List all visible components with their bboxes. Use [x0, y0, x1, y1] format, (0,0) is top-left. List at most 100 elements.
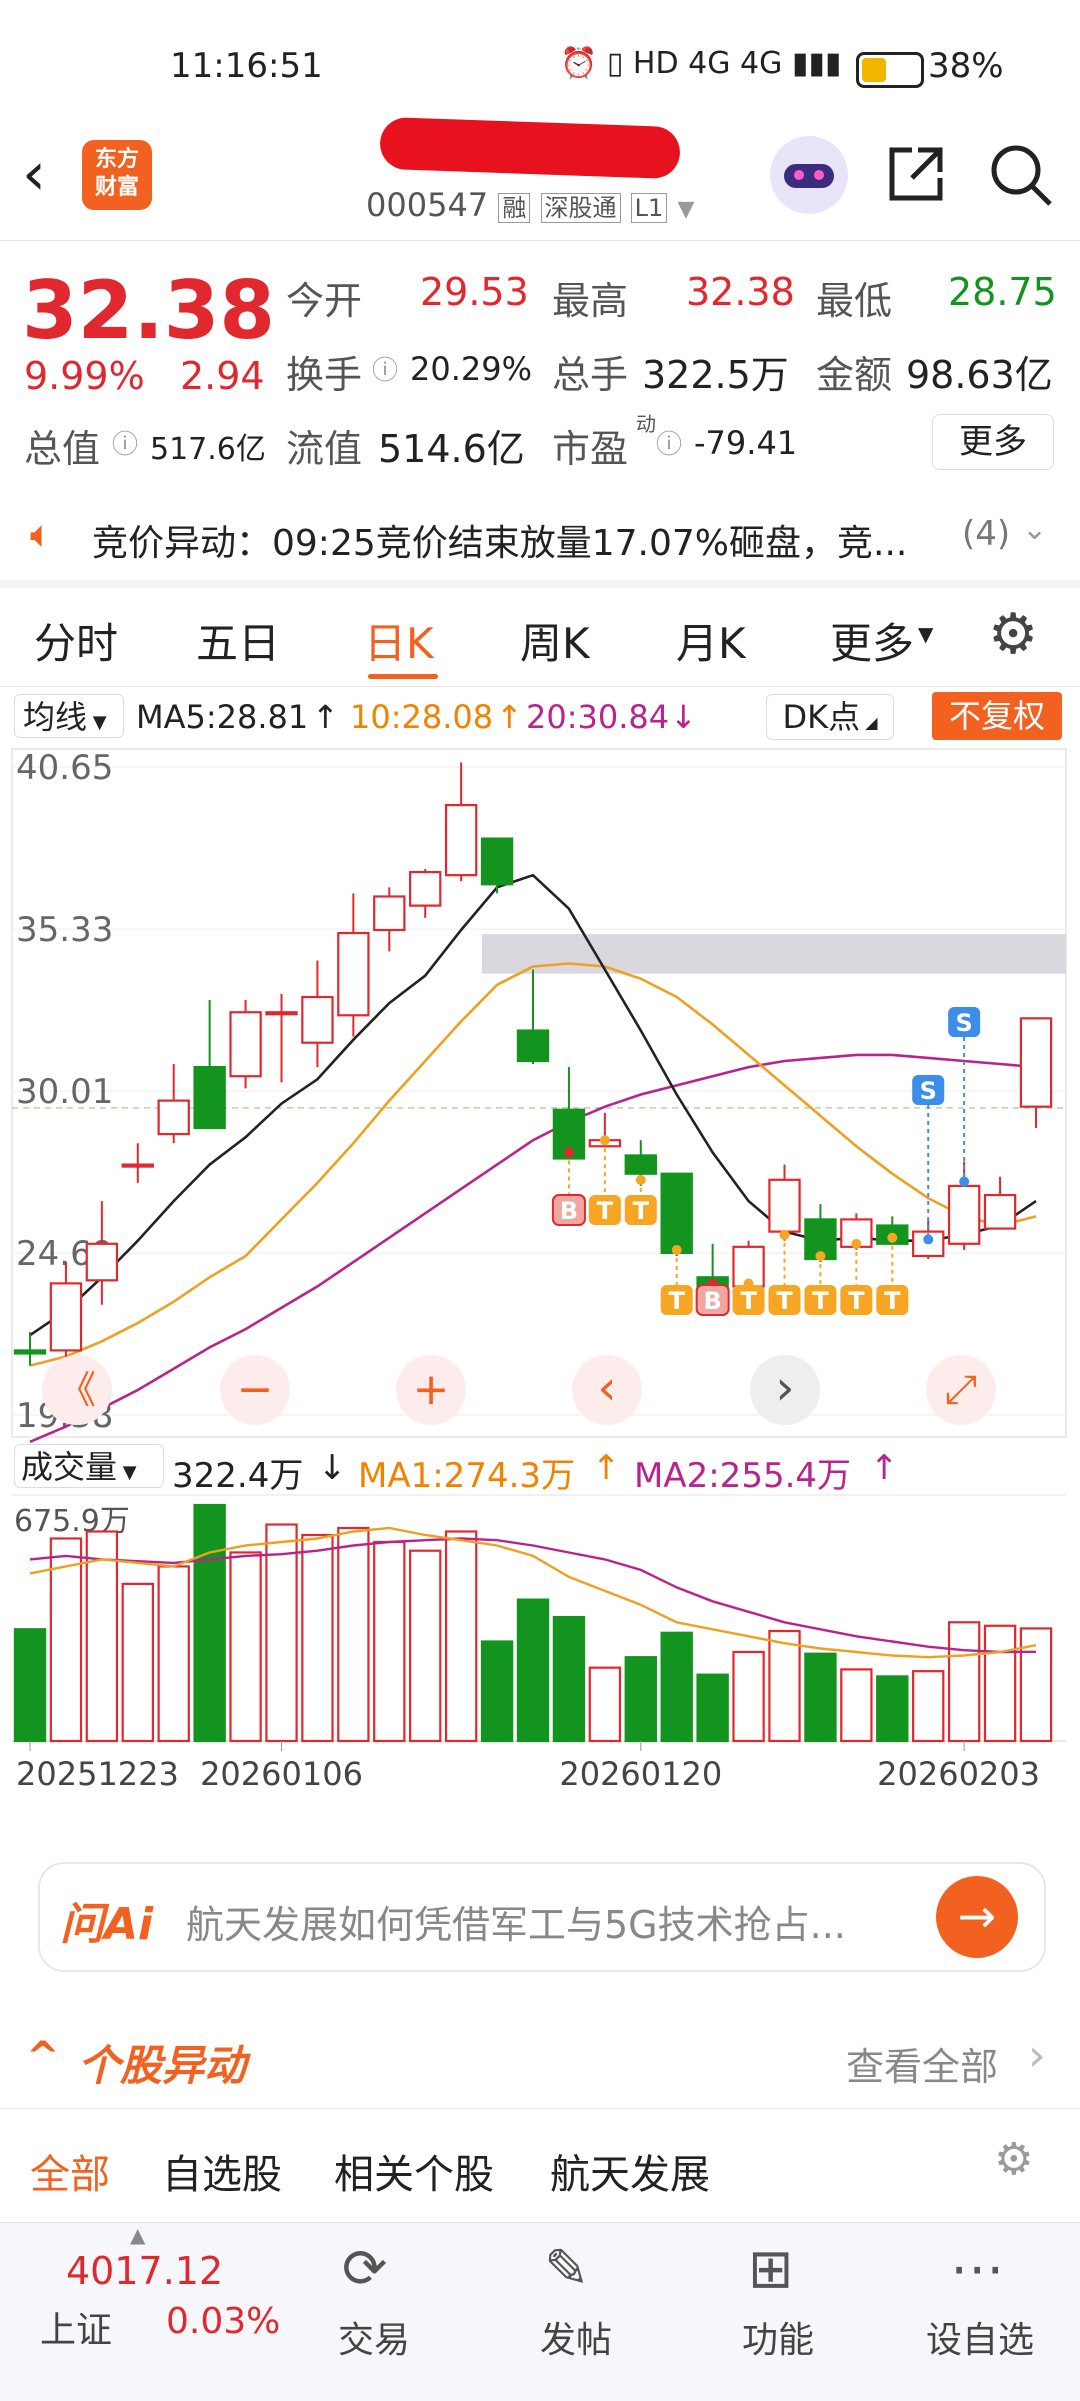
tab-more[interactable]: 更多 — [830, 610, 914, 671]
volume-bar-down — [804, 1652, 837, 1743]
signal-label: T — [884, 1287, 901, 1315]
candle-down — [660, 1172, 693, 1255]
info-icon[interactable]: ⓘ — [112, 424, 138, 461]
filter-stock[interactable]: 航天发展 — [550, 2142, 710, 2200]
vol-ma1: MA1:274.3万 — [358, 1456, 576, 1496]
signal-label: B — [560, 1197, 578, 1225]
nav-add-watchlist[interactable]: 设自选 — [926, 2311, 1034, 2363]
nav-post[interactable]: 发帖 — [540, 2311, 612, 2363]
volume-value: 322.5万 — [642, 353, 789, 397]
turnover-value: 20.29% — [410, 350, 533, 388]
fullscreen-button[interactable]: ⤢ — [926, 1355, 996, 1425]
grid-icon: ⊞ — [748, 2237, 794, 2300]
volume-bar-down — [516, 1598, 550, 1743]
candle-up — [983, 1193, 1017, 1230]
zoom-out-button[interactable]: − — [220, 1355, 290, 1425]
index-value[interactable]: 4017.12 — [66, 2249, 223, 2293]
move-right-button[interactable]: › — [750, 1355, 820, 1425]
float-label: 流值 — [286, 427, 363, 471]
kline-chart[interactable]: 40.6535.3330.0124.6919.38BTTTBTTTTTSS675… — [0, 745, 1080, 1790]
signal-label: T — [776, 1287, 793, 1315]
high-value: 32.38 — [686, 270, 795, 314]
info-icon[interactable]: ⓘ — [656, 424, 682, 461]
ask-ai-brand: 问Ai — [60, 1899, 154, 1950]
chevron-up-icon[interactable]: ^ — [26, 2034, 60, 2080]
arrow-right-icon[interactable]: → — [936, 1876, 1018, 1958]
view-all-link[interactable]: 查看全部 — [846, 2036, 998, 2091]
status-icons: ⏰ ▯ HD 4G 4G ▮▮▮ — [560, 46, 842, 81]
ask-ai-text[interactable]: 航天发展如何凭借军工与5G技术抢占... — [186, 1894, 846, 1949]
volume-bar-down — [480, 1640, 514, 1743]
arrow-up-icon: ↑ — [496, 698, 523, 736]
caret-down-icon: ▼ — [918, 622, 934, 646]
signal-label: S — [955, 1009, 972, 1037]
more-button[interactable]: 更多 — [932, 414, 1054, 470]
x-tick-label: 20251223 — [16, 1755, 179, 1790]
x-tick-label: 20260120 — [559, 1755, 722, 1790]
volume-bar-up — [265, 1523, 298, 1743]
caret-up-icon: ▲ — [130, 2223, 146, 2247]
volume-bar-up — [912, 1670, 945, 1743]
filter-watchlist[interactable]: 自选股 — [162, 2142, 282, 2200]
signal-dot — [635, 1174, 646, 1185]
ask-ai-bar[interactable]: 问Ai 航天发展如何凭借军工与5G技术抢占... → — [38, 1862, 1046, 1972]
signal-label: B — [703, 1287, 721, 1315]
filter-related[interactable]: 相关个股 — [334, 2142, 494, 2200]
open-label: 今开 — [286, 279, 363, 323]
ma20-value: 20:30.84 — [526, 698, 670, 736]
volume-bar-up — [983, 1624, 1017, 1743]
volume-bar-up — [768, 1629, 801, 1743]
arrow-up-icon: ↑ — [592, 1448, 621, 1488]
more-icon: ⋯ — [950, 2237, 1004, 2300]
open-value: 29.53 — [420, 270, 529, 314]
float-value: 514.6亿 — [378, 427, 525, 471]
gear-icon[interactable]: ⚙ — [988, 602, 1038, 667]
volume-bar-up — [373, 1540, 406, 1743]
move-left-button[interactable]: ‹ — [572, 1355, 642, 1425]
auction-alert[interactable]: 🔈︎ 竞价异动：09:25竞价结束放量17.07%砸盘，竞... (4) ⌄ — [0, 490, 1080, 588]
signal-dot — [959, 1176, 970, 1187]
nav-trade[interactable]: 交易 — [338, 2311, 410, 2363]
back-icon[interactable]: ‹ — [22, 144, 46, 204]
redacted-stock-name — [379, 116, 681, 180]
zoom-out-far-button[interactable]: 《 — [42, 1355, 112, 1425]
gear-icon[interactable]: ⚙ — [994, 2134, 1033, 2185]
ma-selector[interactable]: 均线 ▼ — [14, 694, 124, 738]
volume-bar-down — [13, 1628, 47, 1743]
zoom-in-button[interactable]: + — [396, 1355, 466, 1425]
signal-dot — [671, 1244, 682, 1255]
share-icon[interactable] — [884, 142, 948, 206]
arrow-down-icon: ↓ — [318, 1448, 347, 1488]
tab-five-day[interactable]: 五日 — [196, 610, 280, 671]
signal-dot — [923, 1234, 934, 1245]
adjust-toggle[interactable]: 不复权 — [932, 692, 1062, 740]
volume-bar-up — [85, 1530, 119, 1743]
nav-function[interactable]: 功能 — [742, 2311, 814, 2363]
candle-down — [13, 1349, 47, 1355]
tab-weekly-k[interactable]: 周K — [520, 610, 590, 671]
signal-label: T — [669, 1287, 686, 1315]
dk-point-selector[interactable]: DK点 ◢ — [766, 694, 894, 740]
volume-selector[interactable]: 成交量 ▼ — [14, 1444, 164, 1488]
tab-monthly-k[interactable]: 月K — [676, 610, 746, 671]
change-amount: 2.94 — [180, 354, 265, 398]
volume-bar-up — [947, 1621, 981, 1743]
ai-avatar-icon[interactable] — [770, 136, 848, 214]
candle-down — [193, 1065, 226, 1130]
volume-bar-up — [444, 1530, 478, 1743]
volume-bar-down — [876, 1675, 909, 1743]
candle-up — [85, 1242, 119, 1282]
ma10-value: 10:28.08 — [350, 698, 494, 736]
search-icon[interactable] — [988, 142, 1054, 208]
stock-code-row: 000547 融 深股通 L1 ▼ — [366, 186, 695, 224]
bottom-nav: ▲ 4017.12 上证 0.03% ⟳ 交易 ✎ 发帖 ⊞ 功能 ⋯ 设自选 — [0, 2222, 1080, 2401]
info-icon[interactable]: ⓘ — [372, 350, 398, 387]
arrow-up-icon: ↑ — [312, 698, 339, 736]
tab-daily-k[interactable]: 日K — [364, 610, 434, 671]
filter-all[interactable]: 全部 — [30, 2142, 110, 2200]
active-tab-indicator — [368, 674, 438, 679]
candle-up — [229, 1011, 262, 1078]
tab-intraday[interactable]: 分时 — [34, 610, 118, 671]
candle-up — [409, 871, 442, 907]
signal-dot — [887, 1232, 898, 1243]
